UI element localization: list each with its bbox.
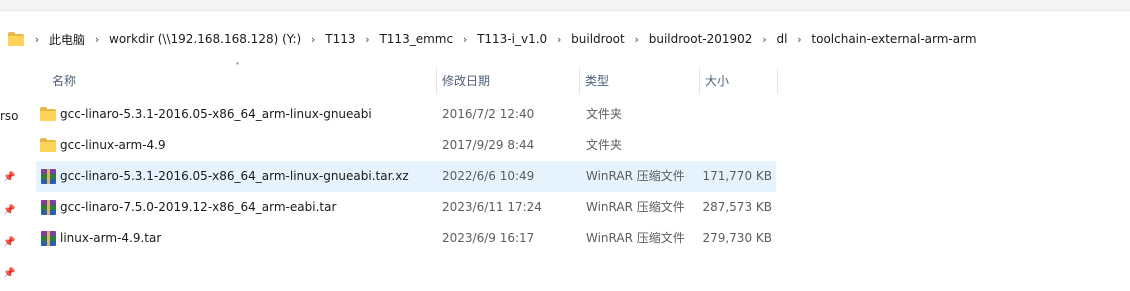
column-header: ˄ 名称 修改日期 类型 大小 bbox=[36, 62, 780, 96]
file-row[interactable]: gcc-linaro-7.5.0-2019.12-x86_64_arm-eabi… bbox=[36, 192, 776, 223]
file-row[interactable]: gcc-linaro-5.3.1-2016.05-x86_64_arm-linu… bbox=[36, 161, 776, 192]
chevron-right-icon[interactable]: › bbox=[552, 33, 566, 46]
file-type: WinRAR 压缩文件 bbox=[586, 169, 685, 183]
file-row[interactable]: gcc-linux-arm-4.9 2017/9/29 8:44 文件夹 bbox=[36, 130, 776, 161]
breadcrumb-item-this-pc[interactable]: 此电脑 bbox=[48, 29, 86, 50]
file-list: gcc-linaro-5.3.1-2016.05-x86_64_arm-linu… bbox=[36, 99, 780, 254]
winrar-archive-icon bbox=[40, 231, 56, 246]
chevron-right-icon[interactable]: › bbox=[306, 33, 320, 46]
breadcrumb-item-t113-emmc[interactable]: T113_emmc bbox=[378, 30, 454, 48]
breadcrumb-item-toolchain[interactable]: toolchain-external-arm-arm bbox=[810, 30, 977, 48]
file-size: 287,573 KB bbox=[702, 200, 772, 214]
file-row[interactable]: linux-arm-4.9.tar 2023/6/9 16:17 WinRAR … bbox=[36, 223, 776, 254]
file-size: 171,770 KB bbox=[702, 169, 772, 183]
chevron-right-icon[interactable]: › bbox=[90, 33, 104, 46]
pin-icon[interactable]: 📌 bbox=[3, 268, 15, 280]
chevron-right-icon[interactable]: › bbox=[30, 33, 44, 46]
file-name: gcc-linaro-5.3.1-2016.05-x86_64_arm-linu… bbox=[60, 107, 372, 121]
winrar-archive-icon bbox=[40, 169, 56, 184]
file-type: 文件夹 bbox=[586, 107, 623, 121]
breadcrumb-item-workdir[interactable]: workdir (\\192.168.168.128) (Y:) bbox=[108, 30, 302, 48]
breadcrumb-item-t113-i-v1[interactable]: T113-i_v1.0 bbox=[476, 30, 548, 48]
chevron-right-icon[interactable]: › bbox=[792, 33, 806, 46]
file-modified: 2023/6/9 16:17 bbox=[442, 231, 535, 245]
column-name[interactable]: 名称 bbox=[46, 66, 436, 96]
breadcrumb-item-dl[interactable]: dl bbox=[775, 30, 788, 48]
file-name: gcc-linaro-7.5.0-2019.12-x86_64_arm-eabi… bbox=[60, 200, 337, 214]
file-name: gcc-linux-arm-4.9 bbox=[60, 138, 166, 152]
file-modified: 2017/9/29 8:44 bbox=[442, 138, 535, 152]
file-type: WinRAR 压缩文件 bbox=[586, 231, 685, 245]
breadcrumb[interactable]: › 此电脑 › workdir (\\192.168.168.128) (Y:)… bbox=[0, 23, 1130, 55]
nav-item-fragment[interactable]: rso bbox=[0, 109, 19, 123]
chevron-right-icon[interactable]: › bbox=[757, 33, 771, 46]
folder-icon bbox=[40, 107, 56, 122]
file-row[interactable]: gcc-linaro-5.3.1-2016.05-x86_64_arm-linu… bbox=[36, 99, 776, 130]
file-type: 文件夹 bbox=[586, 138, 623, 152]
file-name: gcc-linaro-5.3.1-2016.05-x86_64_arm-linu… bbox=[60, 169, 409, 183]
pin-icon[interactable]: 📌 bbox=[3, 205, 15, 217]
chevron-right-icon[interactable]: › bbox=[630, 33, 644, 46]
breadcrumb-item-buildroot[interactable]: buildroot bbox=[570, 30, 626, 48]
folder-icon bbox=[40, 138, 56, 153]
file-name: linux-arm-4.9.tar bbox=[60, 231, 162, 245]
pin-icon[interactable]: 📌 bbox=[3, 237, 15, 249]
file-modified: 2022/6/6 10:49 bbox=[442, 169, 535, 183]
file-size bbox=[700, 99, 772, 130]
file-size bbox=[700, 130, 772, 161]
folder-icon bbox=[8, 32, 26, 46]
column-type[interactable]: 类型 bbox=[579, 66, 699, 96]
breadcrumb-item-t113[interactable]: T113 bbox=[324, 30, 356, 48]
winrar-archive-icon bbox=[40, 200, 56, 215]
pin-icon[interactable]: 📌 bbox=[3, 172, 15, 184]
file-modified: 2023/6/11 17:24 bbox=[442, 200, 542, 214]
column-size[interactable]: 大小 bbox=[699, 66, 777, 96]
column-modified[interactable]: 修改日期 bbox=[436, 66, 579, 96]
file-modified: 2016/7/2 12:40 bbox=[442, 107, 535, 121]
column-divider[interactable] bbox=[777, 68, 778, 94]
chevron-right-icon[interactable]: › bbox=[360, 33, 374, 46]
chevron-right-icon[interactable]: › bbox=[458, 33, 472, 46]
window-top-strip bbox=[0, 0, 1130, 11]
file-size: 279,730 KB bbox=[702, 231, 772, 245]
file-type: WinRAR 压缩文件 bbox=[586, 200, 685, 214]
breadcrumb-item-buildroot-201902[interactable]: buildroot-201902 bbox=[648, 30, 754, 48]
